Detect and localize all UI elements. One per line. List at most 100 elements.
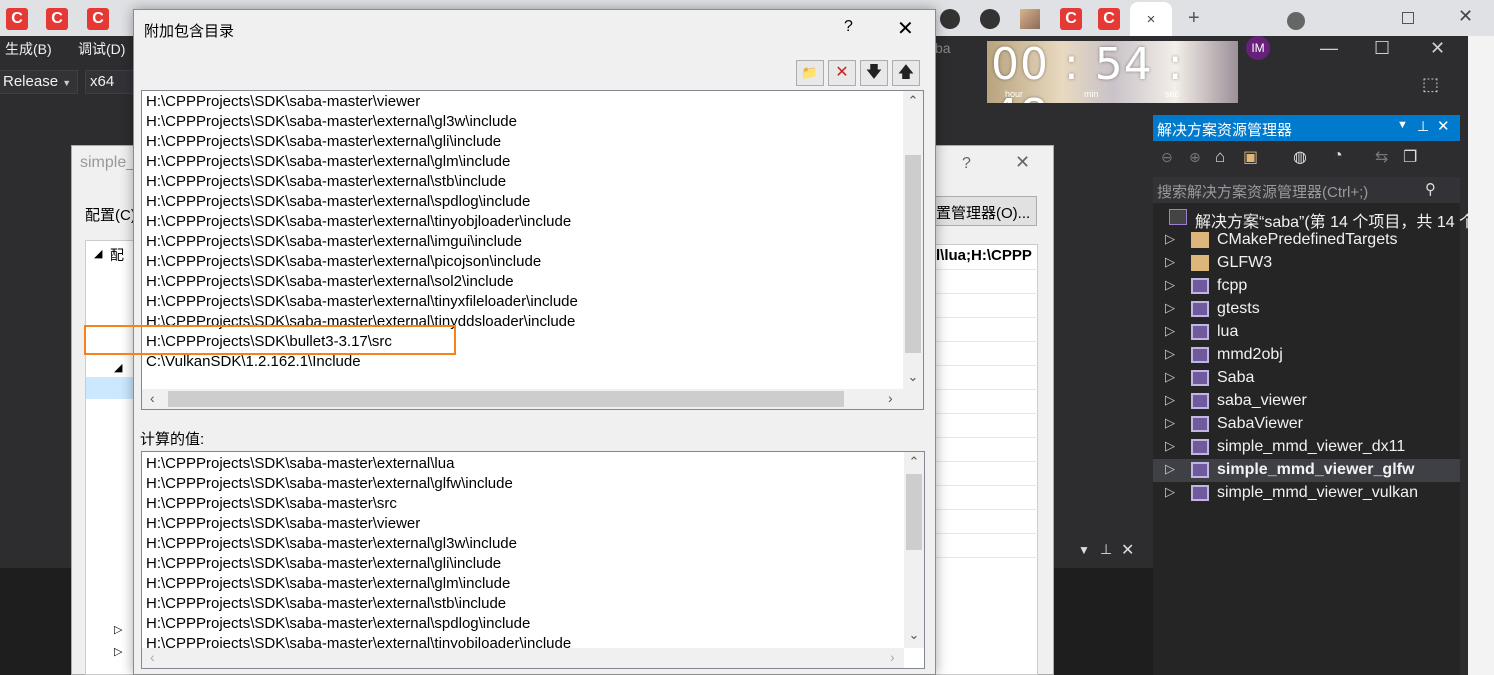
move-down-button[interactable]: 🡇 [860,60,888,86]
tree-selected-row[interactable] [86,377,138,399]
minimize-icon[interactable]: — [1320,38,1338,59]
solution-item-saba[interactable]: ▷ Saba [1153,367,1460,390]
solution-item-lua[interactable]: ▷ lua [1153,321,1460,344]
expand-arrow-icon[interactable]: ▷ [1165,461,1175,477]
forward-icon[interactable]: ⊕ [1189,149,1201,166]
browser-tab-c-icon[interactable]: C [1060,8,1082,30]
scroll-left-icon[interactable]: ‹ [150,649,155,665]
include-dir-entry[interactable]: H:\CPPProjects\SDK\saba-master\external\… [146,113,517,133]
computed-value-entry[interactable]: H:\CPPProjects\SDK\saba-master\external\… [146,615,530,635]
include-dirs-list[interactable]: H:\CPPProjects\SDK\saba-master\viewer H:\… [141,90,924,410]
close-icon[interactable]: ✕ [1430,38,1445,59]
solution-item-simple-mmd-viewer-vulkan[interactable]: ▷ simple_mmd_viewer_vulkan [1153,482,1460,505]
include-path-value[interactable]: l\lua;H:\CPPP [936,247,1032,264]
browser-tab-c-icon[interactable]: C [87,8,109,30]
new-tab-button[interactable]: + [1188,6,1200,30]
scroll-down-icon[interactable]: ⌄ [904,627,924,643]
include-dir-entry[interactable]: H:\CPPProjects\SDK\saba-master\external\… [146,253,541,273]
solution-item-saba-viewer[interactable]: ▷ saba_viewer [1153,390,1460,413]
tree-expand-icon[interactable]: ◢ [94,247,102,260]
pin-icon[interactable]: ⊥ [1417,118,1429,135]
scrollbar-thumb[interactable] [906,474,922,550]
solution-item-sabaviewer[interactable]: ▷ SabaViewer [1153,413,1460,436]
solution-item-fcpp[interactable]: ▷ fcpp [1153,275,1460,298]
include-dir-entry[interactable]: H:\CPPProjects\SDK\saba-master\external\… [146,273,514,293]
expand-arrow-icon[interactable]: ▷ [1165,484,1175,500]
include-dir-entry[interactable]: H:\CPPProjects\SDK\saba-master\external\… [146,233,522,253]
menu-build[interactable]: 生成(B) [5,39,52,59]
browser-tab-c-icon[interactable]: C [1098,8,1120,30]
computed-value-entry[interactable]: H:\CPPProjects\SDK\saba-master\viewer [146,515,420,535]
solution-root[interactable]: 解决方案“saba”(第 14 个项目，共 14 个 [1153,206,1475,231]
close-button[interactable]: ✕ [897,16,914,41]
solution-item-gtests[interactable]: ▷ gtests [1153,298,1460,321]
scroll-right-icon[interactable]: › [888,390,893,406]
scroll-left-icon[interactable]: ‹ [150,390,155,406]
computed-value-entry[interactable]: H:\CPPProjects\SDK\saba-master\external\… [146,455,454,475]
tree-collapse-icon[interactable]: ▷ [114,645,122,658]
include-dir-entry[interactable]: H:\CPPProjects\SDK\saba-master\external\… [146,213,571,233]
include-dir-entry[interactable]: H:\CPPProjects\SDK\saba-master\external\… [146,293,578,313]
tree-node-label[interactable]: 配 [110,245,124,265]
computed-value-entry[interactable]: H:\CPPProjects\SDK\saba-master\external\… [146,595,506,615]
help-button[interactable]: ? [844,18,853,36]
property-close-button[interactable]: ✕ [1015,152,1030,173]
sync-icon[interactable]: ▣ [1243,147,1258,167]
search-icon[interactable]: ⚲ [1425,180,1436,198]
pending-changes-icon[interactable]: ◔ [1333,147,1343,165]
list-horizontal-scrollbar[interactable]: ‹ › [142,389,903,409]
new-line-button[interactable]: 📁 [796,60,824,86]
scroll-up-icon[interactable]: ⌃ [904,454,924,470]
expand-arrow-icon[interactable]: ▷ [1165,254,1175,270]
computed-values-list[interactable]: H:\CPPProjects\SDK\saba-master\external\… [141,451,925,669]
scroll-up-icon[interactable]: ⌃ [903,93,923,109]
restore-icon[interactable] [1402,12,1414,24]
panel-close-icon[interactable]: ✕ [1437,117,1450,135]
expand-arrow-icon[interactable]: ▷ [1165,231,1175,247]
expand-arrow-icon[interactable]: ▷ [1165,346,1175,362]
list-vertical-scrollbar[interactable]: ⌃ ⌄ [903,91,923,389]
expand-arrow-icon[interactable]: ▷ [1165,300,1175,316]
tab-search-icon[interactable] [1287,12,1305,30]
menu-debug[interactable]: 调试(D) [78,39,125,59]
solution-item-glfw3[interactable]: ▷ GLFW3 [1153,252,1460,275]
scroll-right-icon[interactable]: › [890,649,895,665]
maximize-icon[interactable]: ☐ [1374,38,1390,59]
hscrollbar-thumb[interactable] [168,391,844,407]
browser-tab-c-icon[interactable]: C [46,8,68,30]
solution-item-simple-mmd-viewer-dx11[interactable]: ▷ simple_mmd_viewer_dx11 [1153,436,1460,459]
collapse-all-icon[interactable]: ❐ [1403,147,1417,167]
expand-arrow-icon[interactable]: ▷ [1165,323,1175,339]
scrollbar-thumb[interactable] [905,155,921,353]
solution-search-input[interactable]: 搜索解决方案资源管理器(Ctrl+;) ⚲ [1153,177,1460,203]
include-dir-entry[interactable]: C:\VulkanSDK\1.2.162.1\Include [146,353,361,373]
computed-value-entry[interactable]: H:\CPPProjects\SDK\saba-master\src [146,495,397,515]
include-dir-entry[interactable]: H:\CPPProjects\SDK\saba-master\external\… [146,153,510,173]
panel-dropdown-icon[interactable]: ▼ [1397,119,1408,131]
pin-icon[interactable]: ⊥ [1100,541,1112,558]
include-dir-entry[interactable]: H:\CPPProjects\SDK\saba-master\external\… [146,193,530,213]
delete-line-button[interactable]: ✕ [828,60,856,86]
panel-close-icon[interactable]: ✕ [1121,540,1134,560]
image-tab-icon[interactable] [1020,9,1040,29]
solution-item-simple-mmd-viewer-glfw[interactable]: ▷ simple_mmd_viewer_glfw [1153,459,1460,482]
back-icon[interactable]: ⊖ [1161,149,1173,166]
expand-arrow-icon[interactable]: ▷ [1165,369,1175,385]
computed-value-entry[interactable]: H:\CPPProjects\SDK\saba-master\external\… [146,575,510,595]
tree-collapse-icon[interactable]: ▷ [114,623,122,636]
solution-item-mmd2obj[interactable]: ▷ mmd2obj [1153,344,1460,367]
move-up-button[interactable]: 🡅 [892,60,920,86]
computed-value-entry[interactable]: H:\CPPProjects\SDK\saba-master\external\… [146,555,501,575]
tree-expand-icon[interactable]: ◢ [114,361,122,374]
config-manager-button[interactable]: 置管理器(O)... [935,196,1037,226]
computed-horizontal-scrollbar[interactable]: ‹ › [142,648,904,668]
computed-value-entry[interactable]: H:\CPPProjects\SDK\saba-master\external\… [146,475,513,495]
expand-arrow-icon[interactable]: ▷ [1165,277,1175,293]
config-combo[interactable]: Release ▼ [0,70,78,94]
expand-arrow-icon[interactable]: ▷ [1165,415,1175,431]
globe-icon[interactable]: ◍ [1293,147,1307,167]
include-dir-entry[interactable]: H:\CPPProjects\SDK\saba-master\external\… [146,133,501,153]
avatar[interactable]: IM [1246,36,1270,60]
include-dir-entry[interactable]: H:\CPPProjects\SDK\saba-master\viewer [146,93,420,113]
active-tab-close-button[interactable]: × [1130,2,1172,36]
